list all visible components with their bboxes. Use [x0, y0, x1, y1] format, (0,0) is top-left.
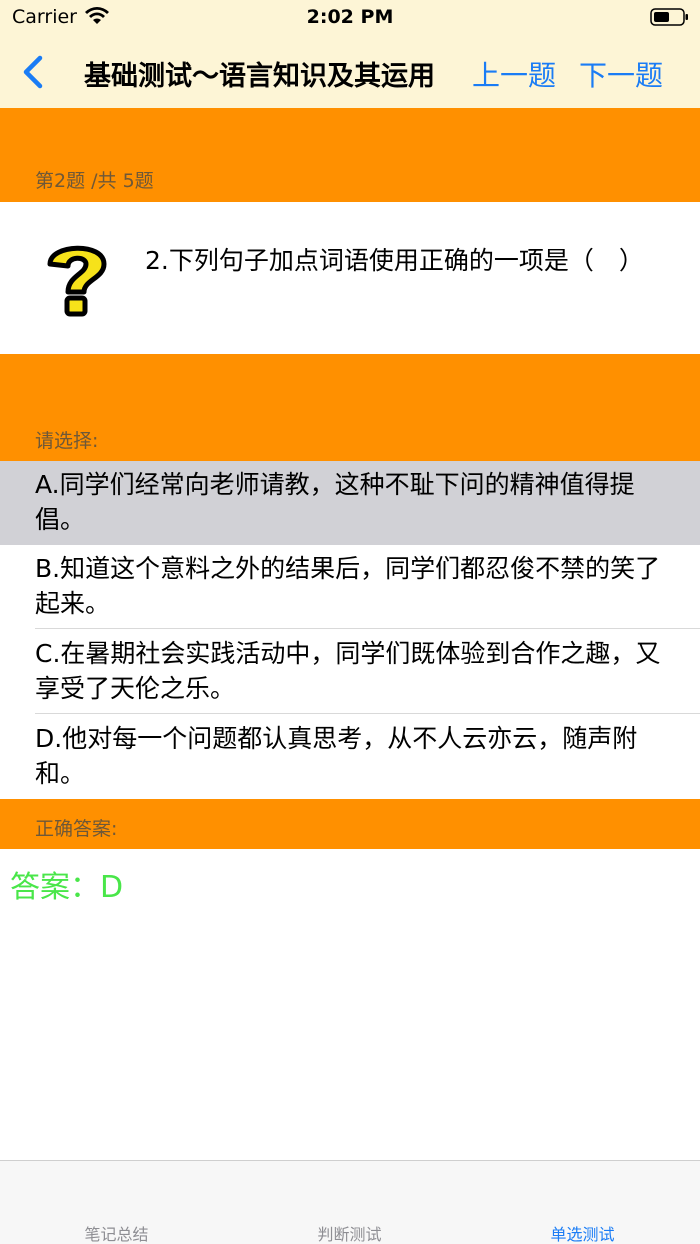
correct-answer: 答案：D — [10, 870, 124, 905]
divider — [35, 628, 700, 629]
option-a-text: A.同学们经常向老师请教，这种不耻下问的精神值得提倡。 — [35, 470, 635, 534]
answer-header: 正确答案: — [0, 799, 700, 849]
tab-notes-summary[interactable]: 笔记总结 — [0, 1221, 233, 1244]
tab-single-choice-test[interactable]: 单选测试 — [466, 1221, 699, 1244]
app-screen: Carrier 2:02 PM 基础测试～语言知识及其运用 上一题 下一题 第2… — [0, 0, 700, 1244]
back-chevron-icon[interactable] — [18, 52, 48, 92]
question-mark-icon — [47, 245, 107, 317]
option-b-text: B.知道这个意料之外的结果后，同学们都忍俊不禁的笑了起来。 — [35, 554, 661, 618]
answer-header-label: 正确答案: — [35, 818, 118, 840]
next-question-button[interactable]: 下一题 — [579, 54, 663, 94]
divider — [35, 713, 700, 714]
navigation-bar: 基础测试～语言知识及其运用 上一题 下一题 — [0, 36, 700, 108]
option-d[interactable]: D.他对每一个问题都认真思考，从不人云亦云，随声附和。 — [0, 715, 700, 799]
clock: 2:02 PM — [306, 6, 394, 28]
choices-header: 请选择: — [0, 354, 700, 461]
tab-bar: 笔记总结 判断测试 单选测试 — [0, 1160, 700, 1244]
choices-header-label: 请选择: — [35, 430, 99, 452]
option-b[interactable]: B.知道这个意料之外的结果后，同学们都忍俊不禁的笑了起来。 — [0, 545, 700, 629]
tab-true-false-test[interactable]: 判断测试 — [233, 1221, 466, 1244]
option-d-text: D.他对每一个问题都认真思考，从不人云亦云，随声附和。 — [35, 724, 638, 788]
question-counter: 第2题 /共 5题 — [35, 170, 154, 192]
question-text: 2.下列句子加点词语使用正确的一项是（ ） — [145, 246, 644, 275]
question-counter-header: 第2题 /共 5题 — [0, 108, 700, 202]
question-card: 2.下列句子加点词语使用正确的一项是（ ） — [0, 202, 700, 354]
option-a[interactable]: A.同学们经常向老师请教，这种不耻下问的精神值得提倡。 — [0, 461, 700, 545]
option-c-text: C.在暑期社会实践活动中，同学们既体验到合作之趣，又享受了天伦之乐。 — [35, 639, 661, 703]
page-title: 基础测试～语言知识及其运用 — [84, 61, 435, 92]
battery-icon — [650, 8, 688, 26]
option-c[interactable]: C.在暑期社会实践活动中，同学们既体验到合作之趣，又享受了天伦之乐。 — [0, 630, 700, 714]
status-bar: Carrier 2:02 PM — [0, 0, 700, 36]
previous-question-button[interactable]: 上一题 — [472, 54, 556, 94]
